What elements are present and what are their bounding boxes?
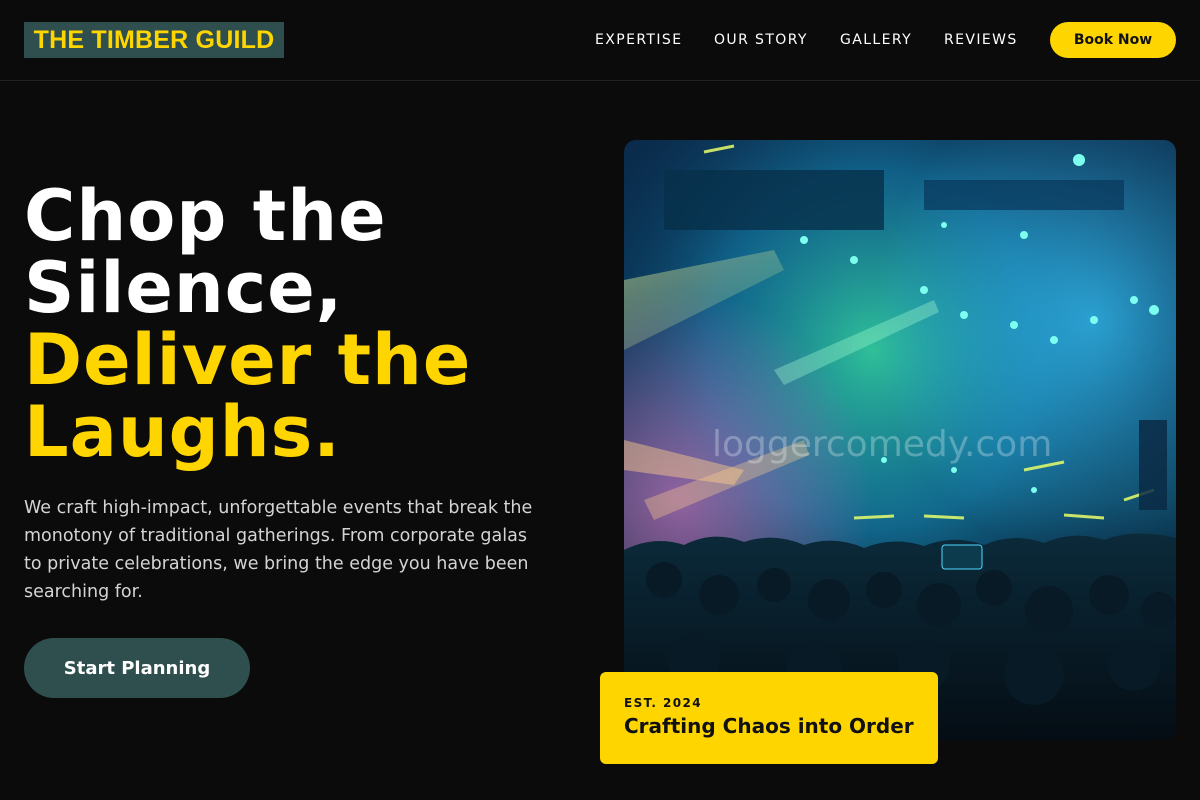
nav-link-gallery[interactable]: GALLERY [840, 31, 912, 49]
book-now-button[interactable]: Book Now [1050, 22, 1176, 58]
brand-logo[interactable]: THE TIMBER GUILD [24, 22, 284, 58]
established-badge: EST. 2024 Crafting Chaos into Order [600, 672, 938, 764]
established-tagline: Crafting Chaos into Order [624, 714, 914, 738]
brand-name: THE TIMBER GUILD [33, 25, 275, 54]
nav-link-expertise[interactable]: EXPERTISE [595, 31, 682, 49]
hero-title-line: Chop the [24, 175, 387, 257]
established-label: EST. 2024 [624, 696, 702, 710]
nav-link-reviews[interactable]: REVIEWS [944, 31, 1018, 49]
photo-watermark: loggercomedy.com [712, 424, 1053, 465]
start-planning-button[interactable]: Start Planning [24, 638, 250, 698]
nav-link-our-story[interactable]: OUR STORY [714, 31, 808, 49]
hero-title-line: Silence, [24, 247, 344, 329]
concert-photo: loggercomedy.com [624, 140, 1176, 740]
hero-description: We craft high-impact, unforgettable even… [24, 498, 533, 602]
hero-title-highlight-line: Deliver the [24, 319, 472, 401]
site-header: THE TIMBER GUILD EXPERTISE OUR STORY GAL… [0, 0, 1200, 81]
hero-title: Chop the Silence, Deliver the Laughs. [24, 180, 471, 468]
hero-title-highlight-line: Laughs. [24, 391, 341, 473]
